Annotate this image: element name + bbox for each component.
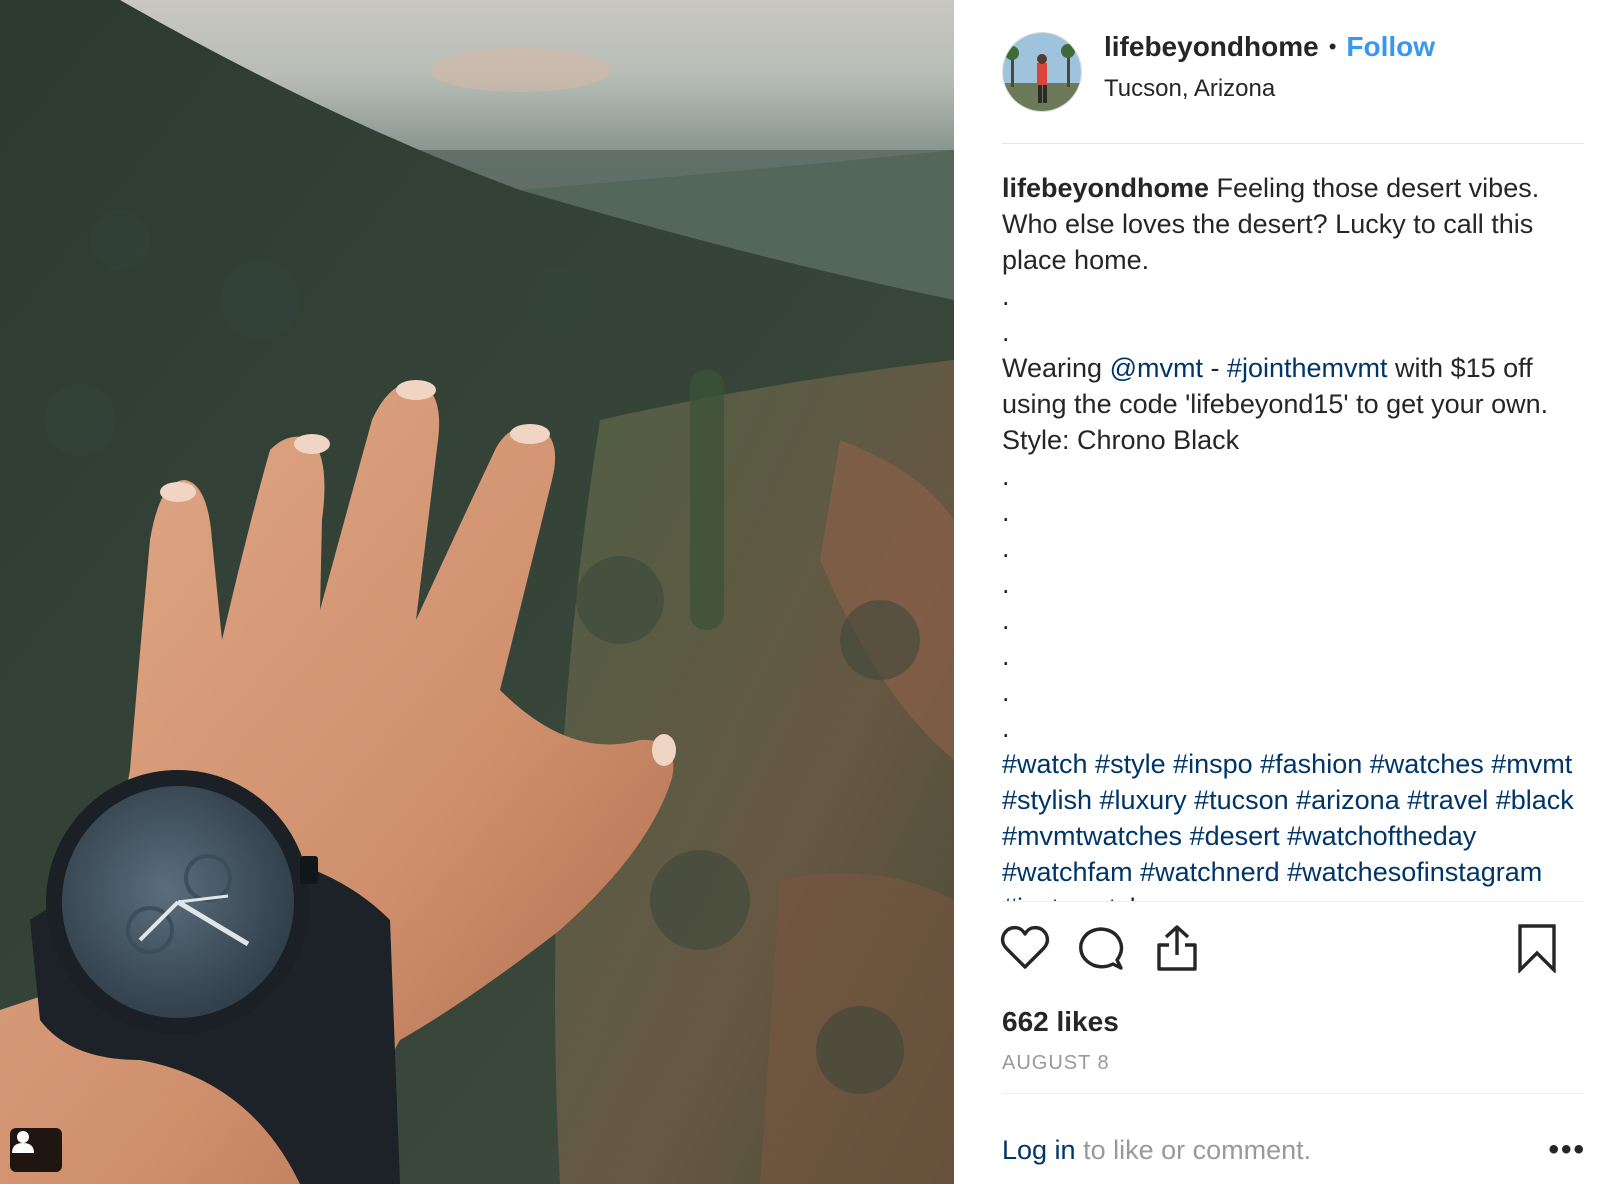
bookmark-icon [1518, 924, 1556, 973]
header-text: lifebeyondhome • Follow Tucson, Arizona [1104, 30, 1435, 106]
post-container: lifebeyondhome • Follow Tucson, Arizona … [0, 0, 1616, 1184]
like-button[interactable] [998, 921, 1052, 975]
location-link[interactable]: Tucson, Arizona [1104, 72, 1435, 106]
tag-people-button[interactable] [10, 1128, 62, 1172]
caption-username[interactable]: lifebeyondhome [1002, 173, 1209, 203]
caption-dot: . [1002, 533, 1010, 563]
post-photo[interactable] [0, 0, 954, 1184]
caption-dot: . [1002, 317, 1010, 347]
avatar[interactable] [1002, 31, 1082, 112]
caption-dot: . [1002, 641, 1010, 671]
post-side-panel: lifebeyondhome • Follow Tucson, Arizona … [954, 0, 1616, 1184]
caption-wearing: Wearing @mvmt - #jointhemvmt with $15 of… [1002, 350, 1584, 458]
comment-icon [1079, 927, 1124, 970]
post-date[interactable]: AUGUST 8 [1002, 1052, 1584, 1094]
heart-icon [1000, 925, 1050, 969]
save-button[interactable] [1510, 921, 1564, 975]
caption-dot: . [1002, 677, 1010, 707]
avatar-image [1003, 32, 1081, 111]
caption-text: lifebeyondhome Feeling those desert vibe… [1002, 170, 1584, 278]
wearing-prefix: Wearing [1002, 353, 1110, 383]
post-header: lifebeyondhome • Follow Tucson, Arizona [1002, 0, 1584, 144]
comment-button[interactable] [1074, 921, 1128, 975]
caption-dot: . [1002, 569, 1010, 599]
login-prompt-text: to like or comment. [1075, 1134, 1312, 1165]
share-icon [1157, 925, 1197, 971]
photo-illustration [0, 0, 954, 1184]
likes-count[interactable]: 662 likes [1002, 1000, 1584, 1044]
caption-dot: . [1002, 461, 1010, 491]
follow-button[interactable]: Follow [1346, 30, 1435, 64]
more-options-button[interactable]: ••• [1548, 1133, 1586, 1167]
action-bar [1000, 902, 1584, 994]
username-link[interactable]: lifebeyondhome [1104, 30, 1319, 64]
share-button[interactable] [1150, 921, 1204, 975]
mention-link[interactable]: @mvmt [1110, 353, 1203, 383]
login-link[interactable]: Log in [1002, 1135, 1076, 1165]
header-separator: • [1328, 33, 1337, 59]
caption-dot: . [1002, 605, 1010, 635]
hashtag-list[interactable]: #watch #style #inspo #fashion #watches #… [1002, 746, 1584, 901]
caption-dot: . [1002, 497, 1010, 527]
user-tag-icon [12, 1131, 34, 1153]
wearing-dash: - [1202, 353, 1227, 383]
hashtag-link[interactable]: #jointhemvmt [1227, 353, 1388, 383]
caption-dot: . [1002, 281, 1010, 311]
caption-dot: . [1002, 713, 1010, 743]
caption-area[interactable]: lifebeyondhome Feeling those desert vibe… [1002, 144, 1584, 902]
login-prompt: Log in to like or comment. [1002, 1135, 1311, 1166]
comment-footer: Log in to like or comment. ••• [1002, 1094, 1584, 1184]
